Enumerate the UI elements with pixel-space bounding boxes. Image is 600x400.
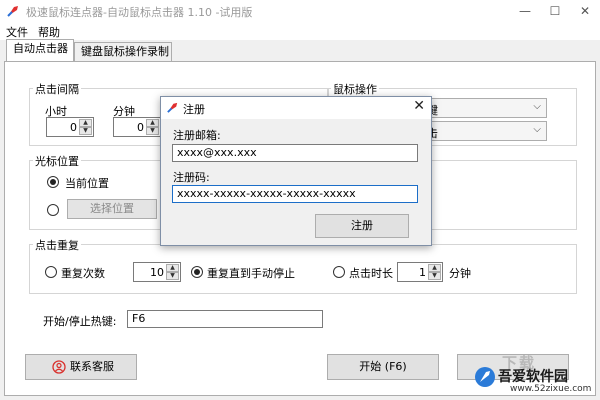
window-title: 极速鼠标连点器-自动鼠标点击器 1.10 -试用版 <box>26 6 253 19</box>
hotkey-input[interactable]: F6 <box>127 310 323 328</box>
menu-file[interactable]: 文件 <box>6 24 28 40</box>
custom-position-radio[interactable] <box>47 204 59 216</box>
click-interval-label: 点击间隔 <box>33 81 81 97</box>
hotkey-label: 开始/停止热键: <box>43 315 117 328</box>
cursor-position-label: 光标位置 <box>33 153 81 169</box>
duration-unit-label: 分钟 <box>449 267 471 280</box>
dialog-title-bar: 注册 ✕ <box>161 97 431 119</box>
spin-up-icon[interactable]: ▲ <box>166 264 179 272</box>
repeat-count-value: 10 <box>150 266 164 279</box>
repeat-count-label: 重复次数 <box>61 267 105 280</box>
click-repeat-label: 点击重复 <box>33 237 81 253</box>
menu-bar: 文件 帮助 <box>0 22 600 40</box>
repeat-count-stepper[interactable]: 10 ▲ ▼ <box>133 262 181 282</box>
spin-down-icon[interactable]: ▼ <box>79 127 92 135</box>
hours-value: 0 <box>70 121 77 134</box>
spin-down-icon[interactable]: ▼ <box>166 272 179 280</box>
watermark-logo-icon <box>475 367 495 387</box>
register-dialog: 注册 ✕ 注册邮箱: xxxx@xxx.xxx 注册码: xxxxx-xxxxx… <box>160 96 432 246</box>
title-bar: 极速鼠标连点器-自动鼠标点击器 1.10 -试用版 — ☐ ✕ <box>0 0 600 22</box>
watermark-url: www.52zixue.com <box>510 384 592 394</box>
minutes-value: 0 <box>137 121 144 134</box>
duration-stepper[interactable]: 1 ▲ ▼ <box>397 262 443 282</box>
email-label: 注册邮箱: <box>173 129 221 142</box>
spin-up-icon[interactable]: ▲ <box>146 119 159 127</box>
menu-help[interactable]: 帮助 <box>38 24 60 40</box>
mouse-action-label: 鼠标操作 <box>331 81 379 97</box>
tab-auto-clicker[interactable]: 自动点击器 <box>6 39 74 61</box>
tab-recorder[interactable]: 键盘鼠标操作录制 <box>74 42 172 62</box>
chevron-down-icon: ⌵ <box>533 124 541 135</box>
dialog-close-icon[interactable]: ✕ <box>413 98 425 114</box>
spin-down-icon[interactable]: ▼ <box>146 127 159 135</box>
chevron-down-icon: ⌵ <box>533 101 541 112</box>
register-button[interactable]: 注册 <box>315 214 409 238</box>
watermark-name: 吾爱软件园 <box>498 369 568 385</box>
contact-support-button[interactable]: 联系客服 <box>25 354 137 380</box>
close-icon[interactable]: ✕ <box>570 0 600 22</box>
duration-value: 1 <box>419 266 426 279</box>
click-repeat-group <box>29 244 577 294</box>
spin-up-icon[interactable]: ▲ <box>428 264 441 272</box>
spin-up-icon[interactable]: ▲ <box>79 119 92 127</box>
app-logo-icon <box>167 102 178 113</box>
dialog-body: 注册邮箱: xxxx@xxx.xxx 注册码: xxxxx-xxxxx-xxxx… <box>161 119 431 245</box>
repeat-until-stop-radio[interactable] <box>191 266 203 278</box>
tab-strip: 自动点击器 键盘鼠标操作录制 <box>0 39 600 62</box>
current-position-radio[interactable] <box>47 176 59 188</box>
registration-code-field[interactable]: xxxxx-xxxxx-xxxxx-xxxxx-xxxxx <box>172 185 418 203</box>
hours-stepper[interactable]: 0 ▲ ▼ <box>46 117 94 137</box>
spin-down-icon[interactable]: ▼ <box>428 272 441 280</box>
dialog-title: 注册 <box>183 103 205 116</box>
app-logo-icon <box>7 6 18 17</box>
email-field[interactable]: xxxx@xxx.xxx <box>172 144 418 162</box>
contact-support-label: 联系客服 <box>70 360 114 373</box>
minutes-stepper[interactable]: 0 ▲ ▼ <box>113 117 161 137</box>
code-label: 注册码: <box>173 171 210 184</box>
maximize-icon[interactable]: ☐ <box>540 0 570 22</box>
repeat-count-radio[interactable] <box>45 266 57 278</box>
click-duration-radio[interactable] <box>333 266 345 278</box>
start-button[interactable]: 开始 (F6) <box>327 354 439 380</box>
current-position-label: 当前位置 <box>65 177 109 190</box>
select-position-button[interactable]: 选择位置 <box>67 199 157 219</box>
click-duration-label: 点击时长 <box>349 267 393 280</box>
repeat-until-stop-label: 重复直到手动停止 <box>207 267 295 280</box>
site-watermark: 下载 吾爱软件园 www.52zixue.com <box>472 352 598 398</box>
user-icon <box>52 360 66 374</box>
minimize-icon[interactable]: — <box>510 0 540 22</box>
